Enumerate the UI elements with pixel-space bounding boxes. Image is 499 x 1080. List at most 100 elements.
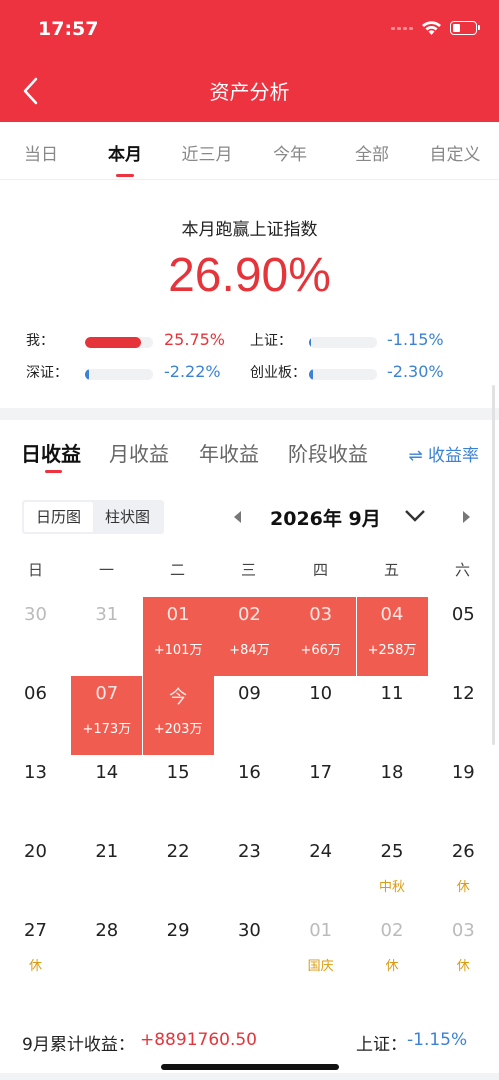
day-number: 22: [166, 841, 190, 862]
calendar-day[interactable]: 06: [0, 676, 71, 755]
previous-month-icon[interactable]: [230, 508, 246, 526]
tab-this-year[interactable]: 今年: [250, 140, 330, 165]
calendar-day[interactable]: 31: [71, 597, 142, 676]
day-number: 14: [95, 762, 119, 783]
day-number: 09: [237, 683, 261, 704]
calendar-day[interactable]: 14: [71, 755, 142, 834]
calendar-day[interactable]: 17: [285, 755, 356, 834]
day-number: 06: [24, 683, 47, 704]
calendar-day[interactable]: 02 休: [357, 913, 428, 992]
day-number: 02: [380, 920, 404, 941]
calendar-day[interactable]: 18: [357, 755, 428, 834]
calendar-day[interactable]: 01 国庆: [285, 913, 356, 992]
tab-all[interactable]: 全部: [332, 140, 412, 165]
progress-bar: [85, 369, 153, 380]
status-icons: [391, 20, 480, 36]
tab-daily-income[interactable]: 日收益: [21, 438, 81, 473]
day-number: 20: [24, 841, 47, 862]
tab-custom[interactable]: 自定义: [415, 140, 495, 165]
holiday-label: 国庆: [307, 959, 334, 974]
calendar-day[interactable]: 16: [214, 755, 285, 834]
calendar-day[interactable]: 23: [214, 834, 285, 913]
day-number: 21: [95, 841, 119, 862]
day-number: 25: [380, 841, 404, 862]
calendar-day[interactable]: 30: [214, 913, 285, 992]
calendar-day[interactable]: 22: [143, 834, 214, 913]
tab-monthly-income[interactable]: 月收益: [109, 438, 169, 467]
tab-three-months[interactable]: 近三月: [167, 140, 247, 165]
tab-period-income[interactable]: 阶段收益: [288, 438, 368, 467]
holiday-label: 中秋: [378, 880, 405, 895]
day-number: 03: [309, 604, 333, 625]
calendar-day[interactable]: 03 休: [428, 913, 499, 992]
daily-income-value: +173万: [82, 722, 132, 737]
calendar-day[interactable]: 05: [428, 597, 499, 676]
cumulative-income-label: 9月累计收益：: [22, 1035, 135, 1055]
day-number: 30: [24, 604, 47, 625]
calendar-view-button[interactable]: 日历图: [24, 502, 93, 532]
income-calendar-card: 日收益 月收益 年收益 阶段收益 ⇌ 收益率 日历图 柱状图 2026年 9月 …: [0, 420, 499, 1073]
calendar-day[interactable]: 24: [285, 834, 356, 913]
weekday-thursday: 四: [312, 561, 328, 579]
next-month-icon[interactable]: [458, 508, 474, 526]
cumulative-income-value: +8891760.50: [140, 1030, 257, 1050]
calendar-day[interactable]: 20: [0, 834, 71, 913]
day-number: 13: [24, 762, 47, 783]
daily-income-value: +258万: [367, 643, 417, 658]
bar-chart-view-button[interactable]: 柱状图: [93, 502, 162, 532]
period-tabs: 当日 本月 近三月 今年 全部 自定义: [0, 122, 499, 180]
calendar-day[interactable]: 01 +101万: [142, 597, 214, 676]
daily-income-value: +101万: [153, 643, 203, 658]
day-number: 30: [237, 920, 261, 941]
calendar-day[interactable]: 29: [143, 913, 214, 992]
calendar-day[interactable]: 13: [0, 755, 71, 834]
calendar-day[interactable]: 今 +203万: [142, 676, 214, 755]
calendar-day[interactable]: 09: [214, 676, 285, 755]
metric-shanghai: 上证： -1.15%: [250, 330, 460, 352]
day-number: 07: [95, 683, 119, 704]
home-indicator: [161, 1064, 339, 1070]
progress-fill: [309, 337, 312, 348]
day-number: 11: [380, 683, 404, 704]
calendar-day[interactable]: 19: [428, 755, 499, 834]
weekday-sunday: 日: [27, 561, 43, 579]
holiday-label: 休: [456, 880, 470, 895]
calendar-day[interactable]: 11: [357, 676, 428, 755]
calendar-view-toggle: 日历图 柱状图: [22, 500, 164, 534]
day-number: 10: [309, 683, 333, 704]
day-number: 26: [451, 841, 475, 862]
calendar-day[interactable]: 02 +84万: [213, 597, 285, 676]
calendar-day[interactable]: 28: [71, 913, 142, 992]
calendar-day[interactable]: 07 +173万: [71, 676, 143, 755]
day-number: 04: [380, 604, 404, 625]
tab-month[interactable]: 本月: [85, 140, 165, 177]
calendar-day[interactable]: 25 中秋: [357, 834, 428, 913]
calendar-day[interactable]: 12: [428, 676, 499, 755]
scroll-indicator[interactable]: [492, 385, 495, 745]
calendar-day[interactable]: 26 休: [428, 834, 499, 913]
shanghai-index-label: 上证：: [356, 1035, 407, 1055]
section-divider: [0, 408, 499, 420]
calendar-day[interactable]: 04 +258万: [356, 597, 428, 676]
calendar-month[interactable]: 2026年 9月: [270, 504, 381, 531]
outperformance-value: 26.90%: [168, 249, 331, 302]
day-number: 18: [380, 762, 404, 783]
calendar-day[interactable]: 30: [0, 597, 71, 676]
metric-shenzhen: 深证： -2.22%: [26, 362, 226, 384]
day-number: 24: [309, 841, 333, 862]
calendar-day[interactable]: 10: [285, 676, 356, 755]
chevron-down-icon[interactable]: [404, 509, 426, 523]
calendar-day[interactable]: 27 休: [0, 913, 71, 992]
tab-yearly-income[interactable]: 年收益: [199, 438, 259, 467]
calendar-day[interactable]: 15: [143, 755, 214, 834]
wifi-icon: [422, 21, 441, 35]
yield-rate-toggle[interactable]: ⇌ 收益率: [408, 441, 479, 466]
calendar-day[interactable]: 03 +66万: [285, 597, 357, 676]
daily-income-value: +84万: [229, 643, 270, 658]
metric-value: -2.22%: [164, 362, 221, 381]
calendar-day[interactable]: 21: [71, 834, 142, 913]
battery-icon: [450, 21, 480, 35]
weekday-monday: 一: [98, 561, 114, 579]
metric-label: 上证：: [250, 333, 292, 349]
tab-day[interactable]: 当日: [1, 140, 81, 165]
